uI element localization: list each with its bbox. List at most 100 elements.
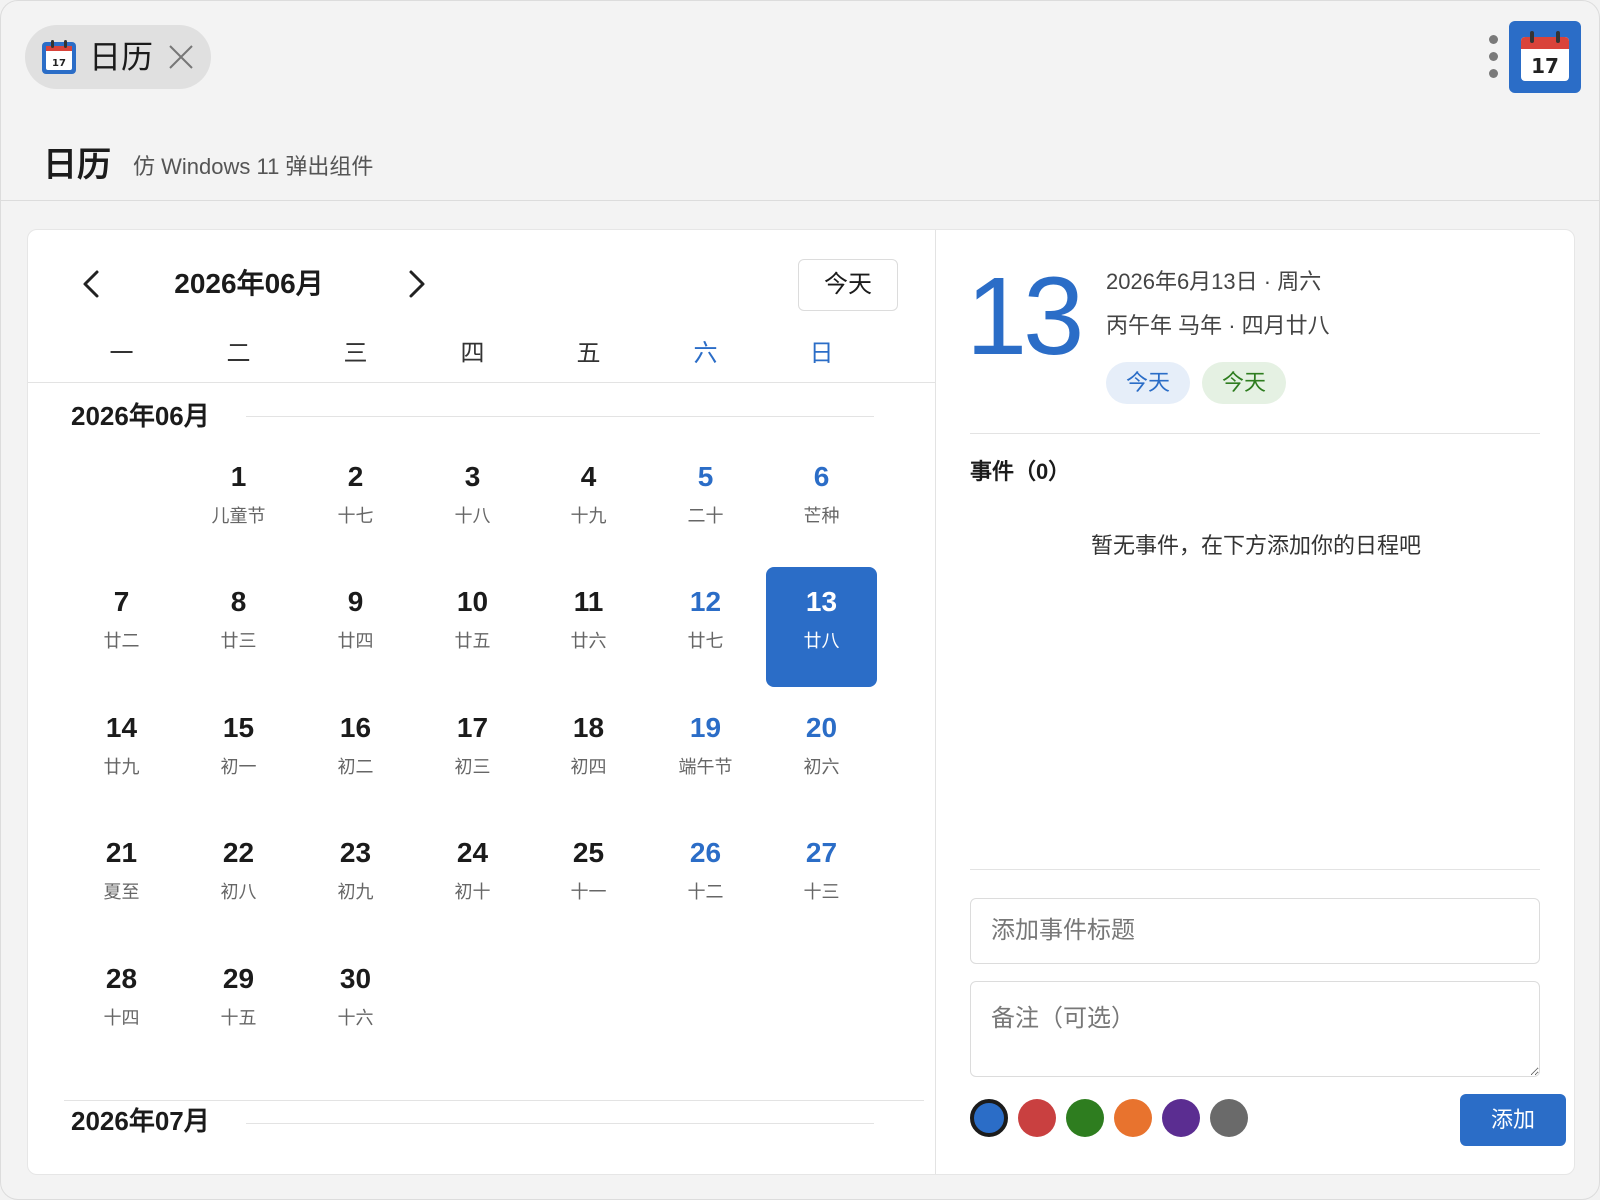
chevron-right-icon[interactable] bbox=[392, 260, 440, 308]
day-number: 17 bbox=[456, 712, 489, 743]
weekday-label: 六 bbox=[693, 340, 718, 367]
weekday-label: 四 bbox=[460, 340, 485, 367]
day-cell[interactable]: 24 初十 bbox=[417, 818, 528, 938]
tab-calendar[interactable]: 17 日历 bbox=[25, 25, 211, 89]
selected-date-line: 2026年6月13日 · 周六 bbox=[1106, 269, 1322, 294]
day-cell[interactable]: 28 十四 bbox=[66, 944, 177, 1064]
day-number: 1 bbox=[230, 461, 247, 492]
day-lunar-label: 初十 bbox=[454, 882, 491, 902]
page-subtitle: 仿 Windows 11 弹出组件 bbox=[133, 154, 374, 179]
day-cell[interactable]: 19 端午节 bbox=[650, 693, 761, 813]
day-cell[interactable]: 30 十六 bbox=[300, 944, 411, 1064]
day-cell[interactable]: 2 十七 bbox=[300, 442, 411, 562]
day-cell[interactable]: 16 初二 bbox=[300, 693, 411, 813]
day-lunar-label: 初四 bbox=[570, 757, 607, 777]
chevron-left-icon[interactable] bbox=[68, 260, 116, 308]
calendar-icon: 17 bbox=[42, 40, 76, 74]
add-event-button[interactable]: 添加 bbox=[1460, 1094, 1566, 1146]
day-lunar-label: 端午节 bbox=[678, 757, 733, 777]
color-swatch[interactable] bbox=[1162, 1099, 1200, 1137]
day-cell[interactable]: 10 廿五 bbox=[417, 567, 528, 687]
day-lunar-label: 十五 bbox=[220, 1008, 257, 1028]
month-view: 2026年06月 今天 一 二 三 四 五 六 日 2026年06月 1 儿童节 2 十七 3 十八 4… bbox=[28, 230, 935, 1174]
more-vertical-icon[interactable] bbox=[1481, 33, 1505, 81]
app-icon-day: 17 bbox=[1531, 54, 1559, 78]
calendar-app-icon[interactable]: 17 bbox=[1509, 21, 1581, 93]
day-number: 4 bbox=[580, 461, 597, 492]
day-lunar-label: 廿七 bbox=[687, 631, 724, 651]
weekday-label: 三 bbox=[343, 340, 368, 367]
today-chip-green: 今天 bbox=[1202, 362, 1286, 404]
day-cell[interactable]: 8 廿三 bbox=[183, 567, 294, 687]
day-cell[interactable]: 15 初一 bbox=[183, 693, 294, 813]
day-cell[interactable]: 9 廿四 bbox=[300, 567, 411, 687]
events-empty-text: 暂无事件，在下方添加你的日程吧 bbox=[1090, 533, 1421, 558]
day-lunar-label: 廿八 bbox=[803, 631, 840, 651]
day-cell[interactable]: 4 十九 bbox=[533, 442, 644, 562]
day-cell[interactable]: 17 初三 bbox=[417, 693, 528, 813]
day-cell[interactable]: 26 十二 bbox=[650, 818, 761, 938]
day-number: 5 bbox=[697, 461, 714, 492]
day-lunar-label: 二十 bbox=[687, 506, 724, 526]
day-lunar-label: 初六 bbox=[803, 757, 840, 777]
day-lunar-label: 初九 bbox=[337, 882, 374, 902]
day-lunar-label: 夏至 bbox=[103, 882, 140, 902]
day-lunar-label: 廿九 bbox=[103, 757, 140, 777]
day-number: 13 bbox=[805, 586, 838, 617]
day-cell[interactable]: 5 二十 bbox=[650, 442, 761, 562]
day-number: 23 bbox=[339, 837, 372, 868]
month-section-title-next: 2026年07月 bbox=[71, 1106, 210, 1136]
day-lunar-label: 十一 bbox=[570, 882, 607, 902]
header-divider bbox=[1, 200, 1599, 201]
event-title-input[interactable] bbox=[970, 898, 1540, 964]
day-lunar-label: 十九 bbox=[570, 506, 607, 526]
page-title: 日历 bbox=[43, 146, 111, 184]
events-title: 事件（0） bbox=[970, 459, 1071, 484]
day-cell[interactable]: 11 廿六 bbox=[533, 567, 644, 687]
day-cell[interactable]: 23 初九 bbox=[300, 818, 411, 938]
day-cell[interactable]: 20 初六 bbox=[766, 693, 877, 813]
day-lunar-label: 十七 bbox=[337, 506, 374, 526]
day-cell[interactable]: 1 儿童节 bbox=[183, 442, 294, 562]
day-cell[interactable]: 13 廿八 bbox=[766, 567, 877, 687]
month-section-divider-next bbox=[246, 1123, 874, 1124]
color-swatch[interactable] bbox=[1018, 1099, 1056, 1137]
day-number: 26 bbox=[689, 837, 722, 868]
day-cell[interactable]: 6 芒种 bbox=[766, 442, 877, 562]
day-cell[interactable]: 14 廿九 bbox=[66, 693, 177, 813]
day-number: 18 bbox=[572, 712, 605, 743]
day-number: 20 bbox=[805, 712, 838, 743]
day-cell[interactable]: 22 初八 bbox=[183, 818, 294, 938]
color-swatch[interactable] bbox=[1114, 1099, 1152, 1137]
day-cell[interactable]: 29 十五 bbox=[183, 944, 294, 1064]
day-cell[interactable]: 21 夏至 bbox=[66, 818, 177, 938]
day-lunar-label: 初三 bbox=[454, 757, 491, 777]
day-number: 8 bbox=[230, 586, 247, 617]
day-cell[interactable]: 18 初四 bbox=[533, 693, 644, 813]
day-cell[interactable]: 3 十八 bbox=[417, 442, 528, 562]
day-number: 27 bbox=[805, 837, 838, 868]
day-number: 22 bbox=[222, 837, 255, 868]
day-lunar-label: 十二 bbox=[687, 882, 724, 902]
today-button[interactable]: 今天 bbox=[798, 259, 898, 311]
svg-text:17: 17 bbox=[52, 58, 66, 69]
day-cell[interactable]: 7 廿二 bbox=[66, 567, 177, 687]
day-cell[interactable]: 12 廿七 bbox=[650, 567, 761, 687]
color-swatch[interactable] bbox=[1066, 1099, 1104, 1137]
day-cell[interactable]: 25 十一 bbox=[533, 818, 644, 938]
today-chip-blue: 今天 bbox=[1106, 362, 1190, 404]
day-detail-panel: 13 2026年6月13日 · 周六 丙午年 马年 · 四月廿八 今天 今天 事… bbox=[936, 230, 1574, 1174]
event-note-input[interactable] bbox=[970, 981, 1540, 1077]
detail-divider bbox=[970, 433, 1540, 434]
day-number: 14 bbox=[105, 712, 138, 743]
color-swatch[interactable] bbox=[970, 1099, 1008, 1137]
day-number: 19 bbox=[689, 712, 722, 743]
weekday-label: 五 bbox=[576, 340, 601, 367]
close-icon[interactable] bbox=[165, 41, 197, 73]
day-cell[interactable]: 27 十三 bbox=[766, 818, 877, 938]
day-number: 11 bbox=[573, 586, 604, 617]
day-number: 12 bbox=[689, 586, 722, 617]
calendar-card: 2026年06月 今天 一 二 三 四 五 六 日 2026年06月 1 儿童节 2 十七 3 十八 4… bbox=[27, 229, 1575, 1175]
day-lunar-label: 十六 bbox=[337, 1008, 374, 1028]
color-swatch[interactable] bbox=[1210, 1099, 1248, 1137]
